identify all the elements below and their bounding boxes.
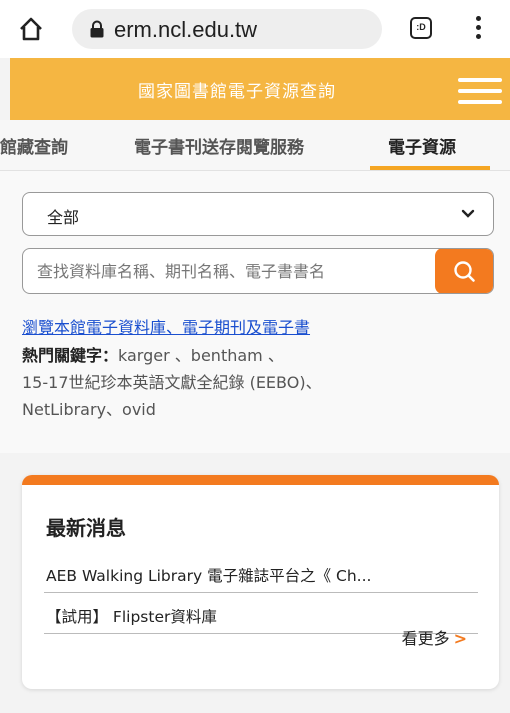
chevron-right-icon: > xyxy=(453,629,467,648)
tabs-icon[interactable]: :D xyxy=(410,17,432,39)
search-button[interactable] xyxy=(435,249,493,293)
see-more-link[interactable]: 看更多 > xyxy=(402,625,467,649)
search-box xyxy=(22,248,494,294)
url-text: erm.ncl.edu.tw xyxy=(114,17,258,42)
active-tab-indicator xyxy=(370,166,490,170)
address-bar[interactable]: erm.ncl.edu.tw xyxy=(72,9,382,49)
news-item-text: AEB Walking Library 電子雜誌平台之《 Ch... xyxy=(46,567,372,585)
tab-collection-search[interactable]: 館藏查詢 xyxy=(0,133,68,158)
keyword-separator: 、 xyxy=(305,373,322,392)
search-icon xyxy=(454,261,475,282)
keyword-link[interactable]: 15-17世紀珍本英語文獻全紀錄 (EEBO) xyxy=(22,373,306,392)
news-title: 最新消息 xyxy=(46,516,126,540)
keyword-separator: 、 xyxy=(106,400,123,419)
hamburger-menu-icon[interactable] xyxy=(458,78,502,104)
category-select[interactable]: 全部 xyxy=(22,192,494,236)
browse-resources-link[interactable]: 瀏覽本館電子資料庫、電子期刊及電子書 xyxy=(22,314,310,338)
keyword-link[interactable]: NetLibrary xyxy=(22,400,106,419)
category-select-value: 全部 xyxy=(47,208,80,227)
search-input[interactable] xyxy=(23,249,435,293)
news-item[interactable]: AEB Walking Library 電子雜誌平台之《 Ch... xyxy=(44,557,478,593)
news-card: 最新消息 AEB Walking Library 電子雜誌平台之《 Ch... … xyxy=(22,475,499,689)
keyword-link[interactable]: ovid xyxy=(122,400,156,419)
hot-keywords-label: 熱門關鍵字： xyxy=(22,346,119,365)
keyword-separator: 、 xyxy=(174,346,191,365)
site-title: 國家圖書館電子資源查詢 xyxy=(138,82,336,102)
tab-e-resources[interactable]: 電子資源 xyxy=(388,133,456,158)
nav-tabs: 館藏查詢 電子書刊送存閱覽服務 電子資源 xyxy=(0,120,510,171)
keyword-link[interactable]: bentham xyxy=(191,346,263,365)
keyword-separator: 、 xyxy=(267,346,284,365)
news-item-text: 【試用】 Flipster資料庫 xyxy=(46,608,217,626)
kebab-menu-icon[interactable] xyxy=(474,16,482,42)
keyword-link[interactable]: karger xyxy=(118,346,170,365)
see-more-label: 看更多 xyxy=(401,629,450,648)
browser-toolbar: erm.ncl.edu.tw :D xyxy=(0,0,510,58)
tab-ebook-deposit[interactable]: 電子書刊送存閱覽服務 xyxy=(134,133,304,158)
hot-keywords: 熱門關鍵字：karger 、bentham 、 15-17世紀珍本英語文獻全紀錄… xyxy=(22,342,492,423)
lock-icon xyxy=(90,20,104,38)
search-section: 全部 瀏覽本館電子資料庫、電子期刊及電子書 熱門關鍵字：karger 、bent… xyxy=(0,171,510,453)
home-icon[interactable] xyxy=(18,16,44,42)
site-header: 國家圖書館電子資源查詢 xyxy=(10,58,510,120)
chevron-down-icon xyxy=(461,209,475,218)
